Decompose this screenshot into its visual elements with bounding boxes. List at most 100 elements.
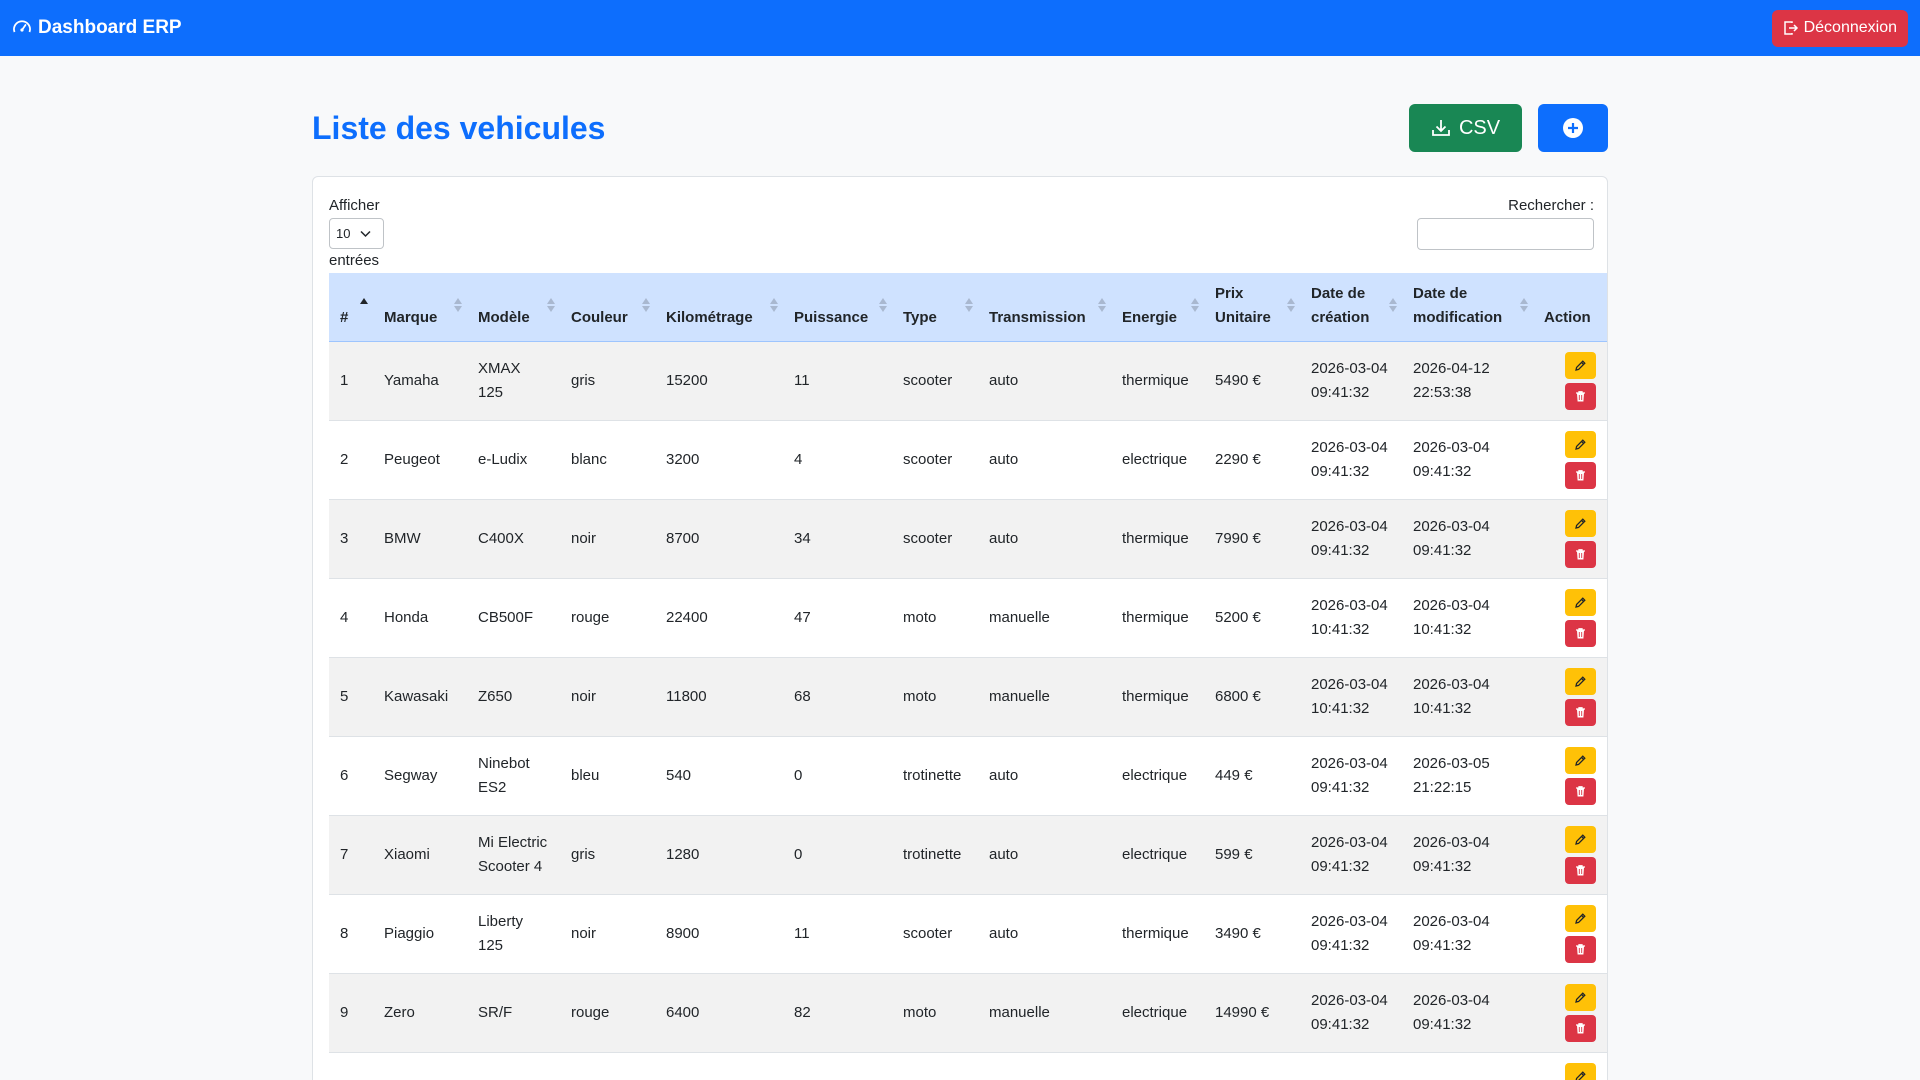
col-header-modele[interactable]: Modèle xyxy=(467,273,560,342)
col-header-type[interactable]: Type xyxy=(892,273,978,342)
cell-id: 2 xyxy=(340,450,349,468)
col-header-label: Modèle xyxy=(478,308,530,326)
sort-icon xyxy=(642,298,650,312)
col-header-modification[interactable]: Date de modification xyxy=(1402,273,1533,342)
cell-actions xyxy=(1533,657,1607,736)
brand[interactable]: Dashboard ERP xyxy=(12,17,182,39)
pencil-icon xyxy=(1575,754,1586,766)
csv-label: CSV xyxy=(1458,116,1501,139)
cell-id: 3 xyxy=(340,529,349,547)
cell-kilometrage: 15200 xyxy=(666,371,708,389)
edit-button[interactable] xyxy=(1565,1062,1596,1080)
delete-button[interactable] xyxy=(1565,856,1596,884)
cell-energie: thermique xyxy=(1122,924,1189,942)
cell-type: moto xyxy=(903,687,937,705)
pencil-icon xyxy=(1575,438,1586,450)
delete-button[interactable] xyxy=(1565,619,1596,647)
col-header-marque[interactable]: Marque xyxy=(373,273,467,342)
trash-icon xyxy=(1576,1022,1585,1033)
row-actions xyxy=(1544,588,1598,647)
edit-button[interactable] xyxy=(1565,746,1596,774)
row-actions xyxy=(1544,509,1598,568)
col-header-label: # xyxy=(340,308,349,326)
cell-date-modification: 2026-03-04 10:41:32 xyxy=(1413,675,1490,717)
cell-actions xyxy=(1533,499,1607,578)
cell-energie: electrique xyxy=(1122,450,1188,468)
delete-button[interactable] xyxy=(1565,461,1596,489)
cell-id: 6 xyxy=(340,766,349,784)
cell-marque: Piaggio xyxy=(384,924,435,942)
col-header-creation[interactable]: Date de création xyxy=(1300,273,1402,342)
cell-transmission: auto xyxy=(989,766,1019,784)
col-header-label: Action xyxy=(1544,308,1591,326)
page-length-select[interactable]: 10 xyxy=(329,218,384,249)
col-header-label: Date de modification xyxy=(1413,284,1503,326)
table-row: 7 Xiaomi Mi Electric Scooter 4 gris 1280 0 tro… xyxy=(329,815,1607,894)
cell-prix xyxy=(1204,1052,1300,1080)
edit-button[interactable] xyxy=(1565,904,1596,932)
cell-date-creation: 2026-03-04 09:41:32 xyxy=(1311,517,1388,559)
plus-circle-icon xyxy=(1563,118,1583,138)
row-actions xyxy=(1544,1062,1598,1080)
cell-couleur: noir xyxy=(571,687,597,705)
cell-type: trotinette xyxy=(903,845,962,863)
delete-button[interactable] xyxy=(1565,382,1596,410)
show-entries-label: Afficher xyxy=(329,197,380,214)
cell-transmission: manuelle xyxy=(989,1003,1050,1021)
cell-couleur: gris xyxy=(571,371,596,389)
cell-kilometrage: 540 xyxy=(666,766,692,784)
cell-date-modification: 2026-04-12 22:53:38 xyxy=(1413,359,1490,401)
table-row: 4 Honda CB500F rouge 22400 47 moto manuelle ther… xyxy=(329,578,1607,657)
sort-icon xyxy=(965,298,973,312)
cell-type: moto xyxy=(903,1003,937,1021)
cell-modele: Liberty 125 xyxy=(478,912,524,954)
cell-actions xyxy=(1533,973,1607,1052)
col-header-label: Prix Unitaire xyxy=(1215,284,1271,326)
cell-date-creation: 2026-03-04 09:41:32 xyxy=(1311,754,1388,796)
cell-marque: BMW xyxy=(384,529,421,547)
col-header-action: Action xyxy=(1533,273,1607,342)
delete-button[interactable] xyxy=(1565,1014,1596,1042)
col-header-prix[interactable]: Prix Unitaire xyxy=(1204,273,1300,342)
edit-button[interactable] xyxy=(1565,667,1596,695)
edit-button[interactable] xyxy=(1565,351,1596,379)
cell-kilometrage: 22400 xyxy=(666,608,708,626)
delete-button[interactable] xyxy=(1565,935,1596,963)
col-header-kilometrage[interactable]: Kilométrage xyxy=(655,273,783,342)
edit-button[interactable] xyxy=(1565,983,1596,1011)
edit-button[interactable] xyxy=(1565,588,1596,616)
col-header-label: Kilométrage xyxy=(666,308,753,326)
cell-kilometrage: 1280 xyxy=(666,845,700,863)
cell-energie: thermique xyxy=(1122,608,1189,626)
col-header-couleur[interactable]: Couleur xyxy=(560,273,655,342)
vehicles-table: # Marque Modèle Couleur Kilométrage Puis… xyxy=(329,273,1607,1080)
cell-couleur: rouge xyxy=(571,1003,610,1021)
edit-button[interactable] xyxy=(1565,509,1596,537)
entries-label: entrées xyxy=(329,252,380,269)
col-header-id[interactable]: # xyxy=(329,273,373,342)
col-header-energie[interactable]: Energie xyxy=(1111,273,1204,342)
col-header-puissance[interactable]: Puissance xyxy=(783,273,892,342)
logout-button[interactable]: Déconnexion xyxy=(1771,9,1908,47)
cell-actions xyxy=(1533,420,1607,499)
cell-puissance: 0 xyxy=(794,845,803,863)
edit-button[interactable] xyxy=(1565,430,1596,458)
cell-modele: Ninebot ES2 xyxy=(478,754,530,796)
cell-id: 7 xyxy=(340,845,349,863)
cell-puissance: 0 xyxy=(794,766,803,784)
speedometer-icon xyxy=(13,20,31,33)
add-vehicle-button[interactable] xyxy=(1538,104,1608,152)
edit-button[interactable] xyxy=(1565,825,1596,853)
delete-button[interactable] xyxy=(1565,777,1596,805)
delete-button[interactable] xyxy=(1565,698,1596,726)
export-csv-button[interactable]: CSV xyxy=(1409,104,1522,152)
page-title: Liste des vehicules xyxy=(312,110,606,146)
cell-energie: electrique xyxy=(1122,1003,1188,1021)
col-header-transmission[interactable]: Transmission xyxy=(978,273,1111,342)
delete-button[interactable] xyxy=(1565,540,1596,568)
search-input[interactable] xyxy=(1417,218,1594,250)
cell-date-modification: 2026-03-05 21:22:15 xyxy=(1413,754,1490,796)
cell-puissance: 82 xyxy=(794,1003,811,1021)
row-actions xyxy=(1544,746,1598,805)
cell-actions xyxy=(1533,1052,1607,1080)
